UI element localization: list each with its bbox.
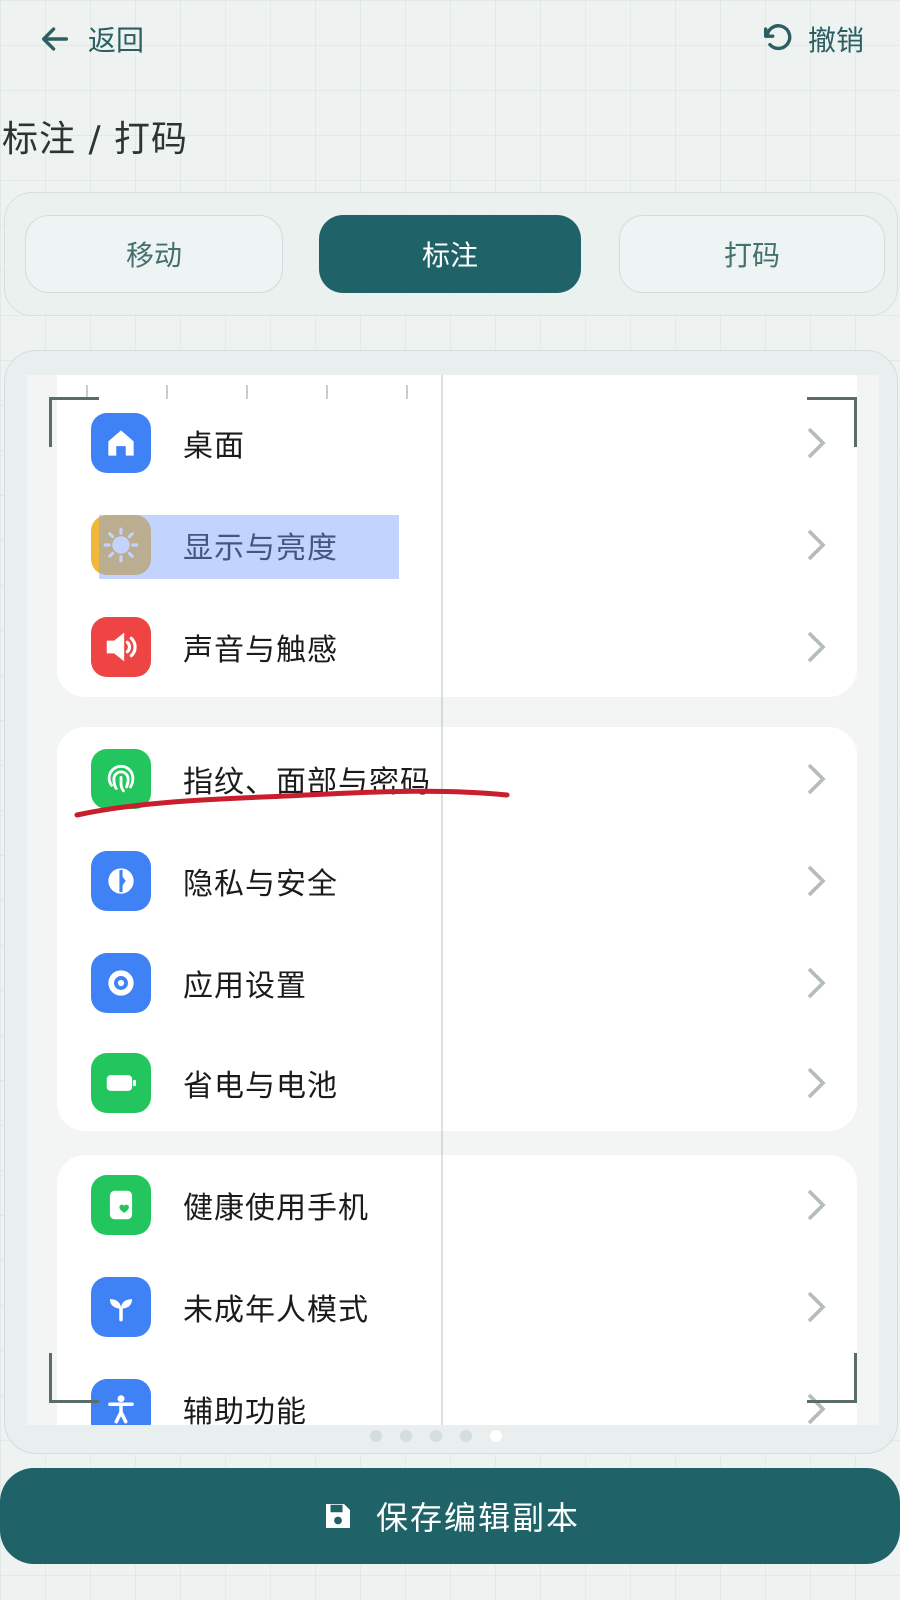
undo-icon [763, 24, 792, 51]
page-dot-active[interactable] [490, 1430, 502, 1442]
chevron-right-icon [807, 529, 826, 561]
settings-row-minor-mode[interactable]: 未成年人模式 [57, 1257, 857, 1357]
settings-row-app-settings[interactable]: 应用设置 [57, 933, 857, 1033]
row-label: 未成年人模式 [183, 1293, 369, 1328]
settings-group-3: 健康使用手机 未成年人模式 辅助功能 [57, 1155, 857, 1425]
top-bar: 返回 撤销 [0, 0, 900, 80]
chevron-right-icon [807, 1189, 826, 1221]
row-label: 应用设置 [183, 969, 307, 1004]
row-label: 隐私与安全 [183, 867, 338, 902]
settings-row-sound[interactable]: 声音与触感 [57, 597, 857, 697]
chevron-right-icon [807, 631, 826, 663]
undo-label: 撤销 [807, 24, 864, 57]
chevron-right-icon [807, 1067, 826, 1099]
row-label: 声音与触感 [183, 633, 338, 668]
tab-move[interactable]: 移动 [25, 215, 283, 293]
battery-icon [91, 1053, 151, 1113]
row-label: 桌面 [183, 429, 245, 464]
settings-row-wellbeing[interactable]: 健康使用手机 [57, 1155, 857, 1255]
crop-handle-bottom-left[interactable] [49, 1353, 99, 1403]
privacy-icon [91, 851, 151, 911]
back-button[interactable]: 返回 [38, 18, 144, 60]
crop-handle-top-left[interactable] [49, 397, 99, 447]
row-label: 健康使用手机 [183, 1191, 369, 1226]
chevron-right-icon [807, 1291, 826, 1323]
save-icon [325, 1504, 350, 1528]
settings-row-accessibility[interactable]: 辅助功能 [57, 1359, 857, 1425]
page-dot[interactable] [460, 1430, 472, 1442]
save-copy-button[interactable]: 保存编辑副本 [0, 1468, 900, 1564]
tab-annotate[interactable]: 标注 [319, 215, 581, 293]
tab-mosaic[interactable]: 打码 [619, 215, 885, 293]
save-label: 保存编辑副本 [375, 1499, 580, 1537]
app-settings-icon [91, 953, 151, 1013]
mode-switcher: 移动 标注 打码 [4, 192, 898, 316]
crop-handle-top-right[interactable] [807, 397, 857, 447]
settings-row-battery[interactable]: 省电与电池 [57, 1033, 857, 1133]
speaker-icon [91, 617, 151, 677]
page-indicator [370, 1424, 530, 1448]
vertical-guide-line [441, 375, 443, 1425]
page-dot[interactable] [430, 1430, 442, 1442]
crop-handle-bottom-right[interactable] [807, 1353, 857, 1403]
settings-row-privacy[interactable]: 隐私与安全 [57, 831, 857, 931]
chevron-right-icon [807, 865, 826, 897]
row-label: 指纹、面部与密码 [183, 765, 431, 800]
highlight-annotation[interactable] [99, 515, 399, 579]
home-icon [91, 413, 151, 473]
arrow-left-icon [41, 27, 69, 51]
accessibility-icon [91, 1379, 151, 1425]
settings-group-2: 指纹、面部与密码 隐私与安全 应用设置 省电与电池 [57, 727, 857, 1131]
row-label: 辅助功能 [183, 1395, 307, 1425]
ruler-ticks [86, 385, 408, 399]
back-label: 返回 [88, 24, 145, 57]
screenshot-preview: 桌面 显示与亮度 声音与触感 指纹、面部与密码 隐私与安全 应用设置 省电与电池… [27, 375, 879, 1425]
settings-row-biometrics[interactable]: 指纹、面部与密码 [57, 729, 857, 829]
sprout-icon [91, 1277, 151, 1337]
page-dot[interactable] [370, 1430, 382, 1442]
page-title: 标注 / 打码 [2, 119, 189, 160]
undo-button[interactable]: 撤销 [760, 18, 864, 60]
chevron-right-icon [807, 763, 826, 795]
page-dot[interactable] [400, 1430, 412, 1442]
fingerprint-icon [91, 749, 151, 809]
row-label: 省电与电池 [183, 1069, 338, 1104]
chevron-right-icon [807, 967, 826, 999]
wellbeing-icon [91, 1175, 151, 1235]
edit-canvas[interactable]: 桌面 显示与亮度 声音与触感 指纹、面部与密码 隐私与安全 应用设置 省电与电池… [4, 350, 898, 1454]
